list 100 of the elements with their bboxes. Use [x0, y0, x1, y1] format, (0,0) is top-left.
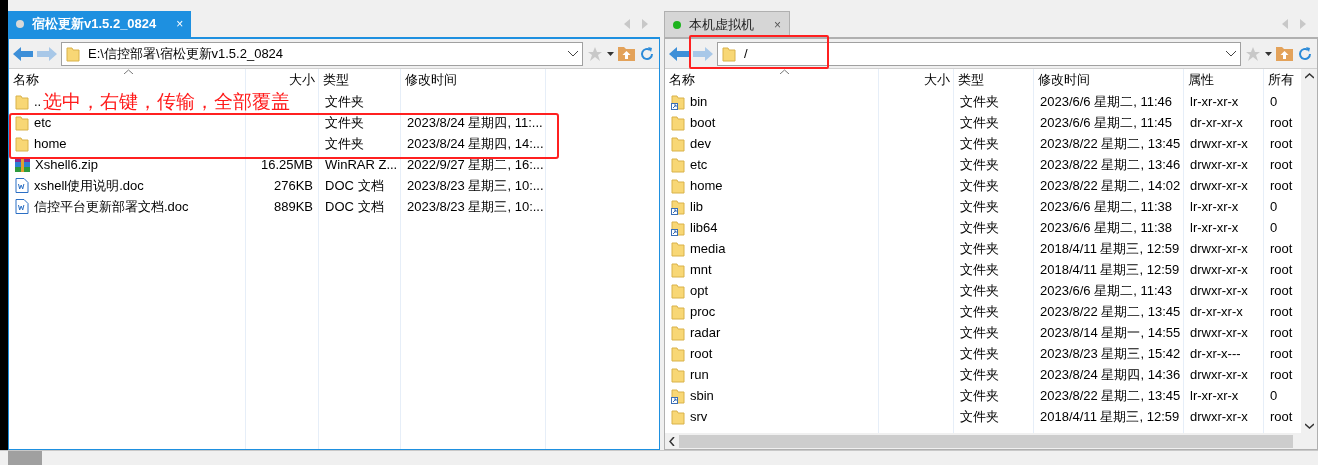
table-cell-text: 文件夹 — [960, 344, 999, 363]
table-cell-text: 2023/8/24 星期四, 11:... — [407, 113, 543, 132]
table-cell-text: WinRAR Z... — [325, 155, 398, 174]
table-cell-text: 文件夹 — [960, 407, 999, 426]
table-cell-text: lr-xr-xr-x — [1190, 386, 1239, 405]
table-cell-text: 2018/4/11 星期三, 12:59 — [1040, 260, 1180, 279]
table-cell-text: 文件夹 — [960, 134, 999, 153]
column-header[interactable]: 大小 — [879, 69, 954, 91]
table-cell-text: lr-xr-xr-x — [1190, 218, 1239, 237]
file-name[interactable]: media — [690, 238, 726, 259]
table-cell-text: 2023/8/22 星期二, 13:45 — [1040, 386, 1181, 405]
table-cell-text: 2023/8/14 星期一, 14:55 — [1040, 323, 1181, 342]
file-name[interactable]: home — [34, 133, 67, 154]
annotation-text: 选中，右键，传输，全部覆盖 — [43, 92, 290, 111]
table-cell-text: 2023/8/22 星期二, 13:46 — [1040, 155, 1181, 174]
table-cell-text: 文件夹 — [960, 92, 999, 111]
table-cell-text: root — [1270, 239, 1293, 258]
table-cell-text: root — [1270, 365, 1293, 384]
table-cell-text: 2023/8/23 星期三, 10:... — [407, 197, 544, 216]
file-name[interactable]: etc — [690, 154, 708, 175]
file-name[interactable]: home — [690, 175, 723, 196]
table-cell-text: 文件夹 — [960, 386, 999, 405]
file-name[interactable]: bin — [690, 91, 708, 112]
table-cell-text: 文件夹 — [960, 218, 999, 237]
file-name[interactable]: mnt — [690, 259, 712, 280]
table-cell-text: root — [1270, 260, 1293, 279]
table-cell-text: drwxr-xr-x — [1190, 281, 1248, 300]
file-name[interactable]: lib64 — [690, 217, 718, 238]
column-header[interactable]: 修改时间 — [401, 69, 546, 91]
file-name[interactable]: Xshell6.zip — [35, 154, 98, 175]
file-name[interactable]: radar — [690, 322, 721, 343]
table-cell-text: 2023/6/6 星期二, 11:38 — [1040, 197, 1172, 216]
file-name[interactable]: run — [690, 364, 709, 385]
path-field[interactable]: / — [717, 41, 1241, 66]
tab-title: 宿松更新v1.5.2_0824 — [32, 15, 157, 34]
column-header[interactable]: 类型 — [954, 69, 1034, 91]
table-cell-text: 2023/8/22 星期二, 13:45 — [1040, 134, 1181, 153]
file-name[interactable]: dev — [690, 133, 711, 154]
table-cell-text: root — [1270, 323, 1293, 342]
table-cell-text: root — [1270, 281, 1293, 300]
file-name[interactable]: .. — [34, 91, 42, 112]
file-name[interactable]: etc — [34, 112, 52, 133]
table-cell-text: drwxr-xr-x — [1190, 323, 1248, 342]
table-cell-text: lr-xr-xr-x — [1190, 92, 1239, 111]
table-cell-text: 2023/6/6 星期二, 11:46 — [1040, 92, 1172, 111]
table-cell-text: 2018/4/11 星期三, 12:59 — [1040, 239, 1180, 258]
table-cell-text: 0 — [1270, 197, 1278, 216]
column-header[interactable]: 修改时间 — [1034, 69, 1184, 91]
table-cell-text: 文件夹 — [960, 323, 999, 342]
table-cell-text: root — [1270, 176, 1293, 195]
table-cell-text: 2023/8/23 星期三, 15:42 — [1040, 344, 1181, 363]
table-cell-text: root — [1270, 302, 1293, 321]
table-cell-text: 2023/6/6 星期二, 11:45 — [1040, 113, 1172, 132]
table-cell-text: root — [1270, 407, 1293, 426]
table-cell-text: drwxr-xr-x — [1190, 176, 1248, 195]
table-cell-text: drwxr-xr-x — [1190, 155, 1248, 174]
table-cell-text: 2023/6/6 星期二, 11:43 — [1040, 281, 1172, 300]
table-cell-text: DOC 文档 — [325, 197, 384, 216]
table-cell-text: 文件夹 — [960, 260, 999, 279]
table-cell-text: root — [1270, 134, 1293, 153]
column-header[interactable]: 所有 — [1264, 69, 1300, 91]
table-cell-text: 2023/8/22 星期二, 14:02 — [1040, 176, 1181, 195]
table-cell-text: dr-xr-xr-x — [1190, 302, 1243, 321]
table-cell-text: 0 — [1270, 92, 1278, 111]
file-name[interactable]: xshell使用说明.doc — [34, 175, 144, 196]
table-cell-text: 文件夹 — [960, 239, 999, 258]
table-cell-text: 2023/8/22 星期二, 13:45 — [1040, 302, 1181, 321]
tab-title: 本机虚拟机 — [689, 15, 754, 34]
file-name[interactable]: sbin — [690, 385, 714, 406]
file-name[interactable]: opt — [690, 280, 709, 301]
table-cell-text: root — [1270, 113, 1293, 132]
table-cell-text: 16.25MB — [260, 155, 313, 174]
column-header[interactable]: 名称 — [665, 69, 879, 91]
close-tab-button[interactable]: × — [774, 15, 781, 34]
table-cell-text: DOC 文档 — [325, 176, 384, 195]
column-header[interactable]: 类型 — [319, 69, 401, 91]
table-cell-text: root — [1270, 155, 1293, 174]
tab[interactable]: 本机虚拟机 × — [664, 11, 790, 37]
table-cell-text: 2018/4/11 星期三, 12:59 — [1040, 407, 1180, 426]
file-name[interactable]: proc — [690, 301, 716, 322]
path-field[interactable]: E:\信控部署\宿松更新v1.5.2_0824 — [61, 41, 583, 66]
file-name[interactable]: root — [690, 343, 713, 364]
file-name[interactable]: 信控平台更新部署文档.doc — [34, 196, 189, 217]
table-cell-text: 文件夹 — [325, 92, 364, 111]
file-name[interactable]: srv — [690, 406, 708, 427]
table-cell-text: 2023/6/6 星期二, 11:38 — [1040, 218, 1172, 237]
table-cell-text: root — [1270, 344, 1293, 363]
table-cell-text: drwxr-xr-x — [1190, 407, 1248, 426]
table-cell-text: 文件夹 — [960, 155, 999, 174]
table-cell-text: 文件夹 — [325, 134, 364, 153]
table-cell-text: 文件夹 — [960, 365, 999, 384]
table-cell-text: 0 — [1270, 386, 1278, 405]
column-header[interactable]: 名称 — [9, 69, 246, 91]
table-cell-text: 276KB — [273, 176, 313, 195]
file-name[interactable]: boot — [690, 112, 716, 133]
column-header[interactable]: 大小 — [246, 69, 319, 91]
table-cell-text: 文件夹 — [960, 197, 999, 216]
file-name[interactable]: lib — [690, 196, 703, 217]
column-header[interactable]: 属性 — [1184, 69, 1264, 91]
table-cell-text: 文件夹 — [325, 113, 364, 132]
